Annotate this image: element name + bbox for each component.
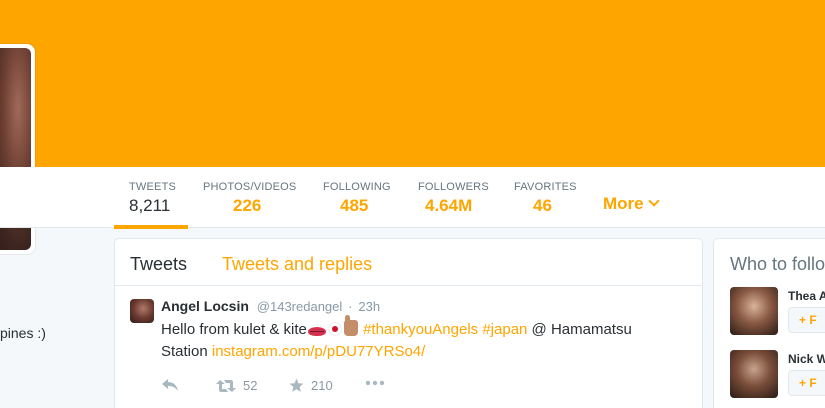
suggestion-item: Nick W + F	[730, 350, 825, 398]
thumbs-up-icon	[343, 315, 358, 336]
suggestion-name[interactable]: Nick W	[788, 352, 825, 366]
follow-button[interactable]: + F	[788, 307, 825, 333]
stat-tweets-value: 8,211	[129, 196, 171, 215]
stat-tweets[interactable]: TWEETS 8,211	[114, 167, 188, 229]
favorite-count: 210	[311, 378, 333, 393]
tweet-item[interactable]: Angel Locsin @143redangel · 23h Hello fr…	[115, 286, 702, 408]
retweet-icon	[216, 379, 236, 392]
stat-following-value: 485	[340, 196, 369, 215]
star-icon	[289, 378, 304, 392]
tweet-author-name[interactable]: Angel Locsin	[161, 298, 249, 314]
stat-photos-videos-label: PHOTOS/VIDEOS	[203, 181, 297, 193]
retweet-button[interactable]: 52	[216, 378, 257, 393]
stat-favorites-label: FAVORITES	[514, 181, 577, 193]
hashtag-japan[interactable]: #japan	[482, 321, 527, 338]
who-to-follow-title: Who to follo	[730, 254, 825, 274]
profile-banner	[0, 0, 825, 167]
japan-flag-icon	[327, 322, 342, 336]
tab-tweets-and-replies[interactable]: Tweets and replies	[222, 254, 372, 275]
bio-fragment: pines :)	[0, 325, 46, 341]
reply-button[interactable]	[161, 378, 179, 392]
tweet-separator: ·	[348, 299, 353, 314]
follow-button[interactable]: + F	[788, 370, 825, 396]
stat-followers-label: FOLLOWERS	[418, 181, 489, 193]
tweet-text-station: Station	[161, 343, 208, 360]
tweet-header: Angel Locsin @143redangel · 23h	[161, 298, 380, 314]
tweet-text: Hello from kulet & kite #thankyouAngels …	[161, 315, 681, 363]
suggestion-avatar[interactable]	[730, 350, 778, 398]
stat-photos-videos-value: 226	[233, 196, 262, 215]
stat-following[interactable]: FOLLOWING 485	[323, 167, 391, 228]
stat-favorites-value: 46	[533, 196, 552, 215]
more-label: More	[603, 194, 644, 213]
suggestion-name[interactable]: Thea A	[788, 289, 825, 303]
stat-following-label: FOLLOWING	[323, 181, 391, 193]
tweet-actions: 52 210	[161, 378, 461, 398]
who-to-follow-panel: Who to follo Thea A + F Nick W + F	[713, 238, 825, 408]
more-dots-icon	[365, 380, 385, 386]
tweet-text-location: @ Hamamatsu	[531, 321, 632, 338]
tab-tweets[interactable]: Tweets	[130, 254, 187, 275]
favorite-button[interactable]: 210	[289, 378, 333, 393]
tweet-link[interactable]: instagram.com/p/pDU77YRSo4/	[212, 343, 425, 360]
stat-followers-value: 4.64M	[425, 196, 473, 215]
profile-nav: TWEETS 8,211 PHOTOS/VIDEOS 226 FOLLOWING…	[0, 167, 825, 229]
stat-favorites[interactable]: FAVORITES 46	[514, 167, 577, 228]
lips-icon	[307, 327, 326, 336]
more-menu-button[interactable]: More	[603, 194, 660, 214]
reply-icon	[162, 379, 178, 391]
tweet-timestamp[interactable]: 23h	[358, 299, 380, 314]
hashtag-thankyouangels[interactable]: #thankyouAngels	[363, 321, 478, 338]
suggestion-item: Thea A + F	[730, 287, 825, 335]
tweet-avatar[interactable]	[130, 299, 154, 323]
stat-tweets-label: TWEETS	[129, 181, 177, 193]
stat-photos-videos[interactable]: PHOTOS/VIDEOS 226	[203, 167, 296, 228]
stat-followers[interactable]: FOLLOWERS 4.64M	[418, 167, 489, 228]
tweet-text-intro: Hello from kulet & kite	[161, 321, 307, 338]
tweet-author-handle[interactable]: @143redangel	[257, 299, 342, 314]
suggestion-avatar[interactable]	[730, 287, 778, 335]
chevron-down-icon	[647, 195, 660, 207]
timeline-tabs: Tweets Tweets and replies	[115, 239, 702, 286]
retweet-count: 52	[243, 378, 258, 393]
more-options-button[interactable]	[365, 380, 385, 386]
timeline-panel: Tweets Tweets and replies Angel Locsin @…	[114, 238, 703, 408]
